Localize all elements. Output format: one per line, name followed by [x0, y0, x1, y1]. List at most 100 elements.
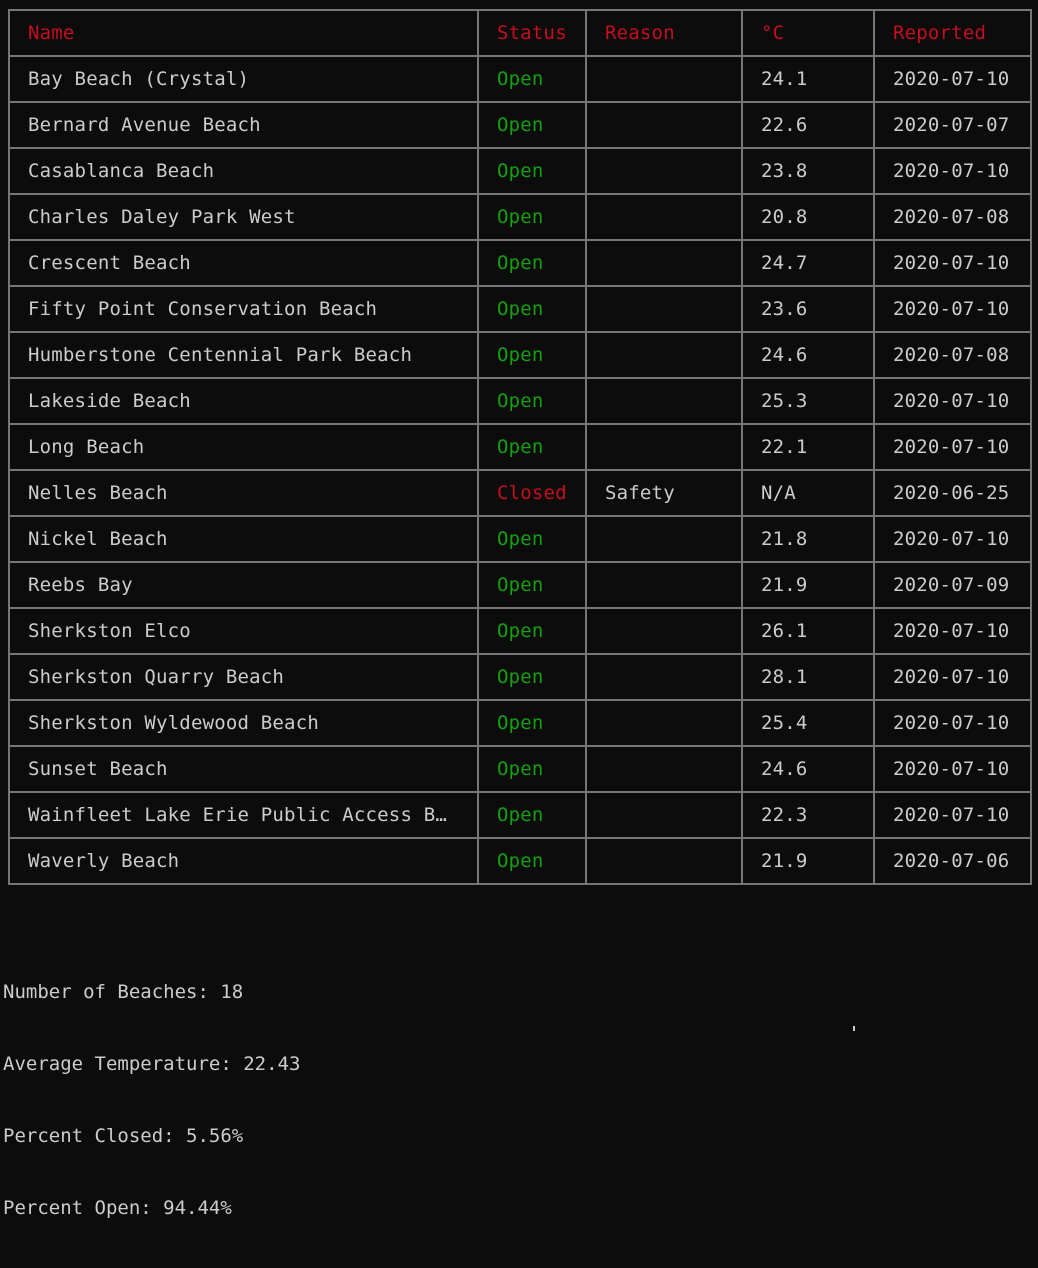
- status-cell: Open: [477, 515, 587, 563]
- column-header-name: Name: [8, 9, 479, 57]
- beach-name-cell: Reebs Bay: [8, 561, 479, 609]
- status-cell: Open: [477, 239, 587, 287]
- table-row: Waverly Beach Open 21.9 2020-07-06: [8, 837, 1032, 885]
- beach-name-cell: Nelles Beach: [8, 469, 479, 517]
- table-row: Fifty Point Conservation Beach Open 23.6 20…: [8, 285, 1032, 333]
- beach-name-cell: Sherkston Quarry Beach: [8, 653, 479, 701]
- reported-date-cell: 2020-07-10: [873, 423, 1032, 471]
- reported-date-cell: 2020-07-10: [873, 699, 1032, 747]
- temperature-cell: 20.8: [741, 193, 875, 241]
- average-temperature-line: Average Temperature: 22.43: [3, 1053, 301, 1075]
- table-row: Sherkston Quarry Beach Open 28.1 2020-07-10: [8, 653, 1032, 701]
- reason-cell: [585, 699, 743, 747]
- reason-cell: [585, 377, 743, 425]
- temperature-cell: 24.6: [741, 745, 875, 793]
- text-cursor: [853, 1026, 855, 1031]
- reported-date-cell: 2020-06-25: [873, 469, 1032, 517]
- temperature-cell: 23.6: [741, 285, 875, 333]
- reason-cell: [585, 515, 743, 563]
- status-cell: Open: [477, 561, 587, 609]
- reason-cell: [585, 55, 743, 103]
- table-row: Reebs Bay Open 21.9 2020-07-09: [8, 561, 1032, 609]
- table-row: Casablanca Beach Open 23.8 2020-07-10: [8, 147, 1032, 195]
- table-row: Long Beach Open 22.1 2020-07-10: [8, 423, 1032, 471]
- status-cell: Open: [477, 607, 587, 655]
- percent-open-line: Percent Open: 94.44%: [3, 1197, 232, 1219]
- beach-name-cell: Sherkston Elco: [8, 607, 479, 655]
- beach-name-cell: Charles Daley Park West: [8, 193, 479, 241]
- reason-cell: [585, 101, 743, 149]
- reason-cell: [585, 423, 743, 471]
- temperature-cell: 21.9: [741, 837, 875, 885]
- table-row: Crescent Beach Open 24.7 2020-07-10: [8, 239, 1032, 287]
- table-row: Sunset Beach Open 24.6 2020-07-10: [8, 745, 1032, 793]
- reported-date-cell: 2020-07-10: [873, 515, 1032, 563]
- beach-status-table: Name Status Reason °C Reported Bay Beach…: [8, 9, 1032, 885]
- reason-cell: Safety: [585, 469, 743, 517]
- column-header-reason: Reason: [585, 9, 743, 57]
- reported-date-cell: 2020-07-10: [873, 285, 1032, 333]
- beach-name-cell: Sherkston Wyldewood Beach: [8, 699, 479, 747]
- table-row: Sherkston Elco Open 26.1 2020-07-10: [8, 607, 1032, 655]
- table-row: Humberstone Centennial Park Beach Open 24.…: [8, 331, 1032, 379]
- status-cell: Open: [477, 653, 587, 701]
- status-cell: Open: [477, 699, 587, 747]
- reason-cell: [585, 331, 743, 379]
- reason-cell: [585, 607, 743, 655]
- reason-cell: [585, 653, 743, 701]
- status-cell: Open: [477, 745, 587, 793]
- temperature-cell: 25.3: [741, 377, 875, 425]
- reported-date-cell: 2020-07-08: [873, 331, 1032, 379]
- reported-date-cell: 2020-07-10: [873, 377, 1032, 425]
- reported-date-cell: 2020-07-07: [873, 101, 1032, 149]
- percent-closed-line: Percent Closed: 5.56%: [3, 1125, 244, 1147]
- beach-name-cell: Bernard Avenue Beach: [8, 101, 479, 149]
- temperature-cell: 22.3: [741, 791, 875, 839]
- reason-cell: [585, 837, 743, 885]
- status-cell: Closed: [477, 469, 587, 517]
- reported-date-cell: 2020-07-08: [873, 193, 1032, 241]
- table-row: Sherkston Wyldewood Beach Open 25.4 2020-07…: [8, 699, 1032, 747]
- beach-name-cell: Waverly Beach: [8, 837, 479, 885]
- beach-name-cell: Bay Beach (Crystal): [8, 55, 479, 103]
- table-row: Wainfleet Lake Erie Public Access B… Open…: [8, 791, 1032, 839]
- status-cell: Open: [477, 423, 587, 471]
- reason-cell: [585, 561, 743, 609]
- temperature-cell: 21.9: [741, 561, 875, 609]
- beach-name-cell: Humberstone Centennial Park Beach: [8, 331, 479, 379]
- status-cell: Open: [477, 55, 587, 103]
- table-row: Nelles Beach Closed Safety N/A 2020-06-25: [8, 469, 1032, 517]
- reason-cell: [585, 285, 743, 333]
- temperature-cell: 23.8: [741, 147, 875, 195]
- reported-date-cell: 2020-07-10: [873, 147, 1032, 195]
- temperature-cell: 24.7: [741, 239, 875, 287]
- column-header-status: Status: [477, 9, 587, 57]
- beach-name-cell: Crescent Beach: [8, 239, 479, 287]
- reason-cell: [585, 791, 743, 839]
- status-cell: Open: [477, 285, 587, 333]
- table-header-row: Name Status Reason °C Reported: [8, 9, 1032, 57]
- reason-cell: [585, 239, 743, 287]
- status-cell: Open: [477, 791, 587, 839]
- temperature-cell: 24.1: [741, 55, 875, 103]
- temperature-cell: 24.6: [741, 331, 875, 379]
- beach-count-line: Number of Beaches: 18: [3, 981, 244, 1003]
- reported-date-cell: 2020-07-10: [873, 55, 1032, 103]
- table-body: Bay Beach (Crystal) Open 24.1 2020-07-10 Ber…: [8, 55, 1032, 885]
- table-row: Lakeside Beach Open 25.3 2020-07-10: [8, 377, 1032, 425]
- reported-date-cell: 2020-07-10: [873, 607, 1032, 655]
- temperature-cell: 22.6: [741, 101, 875, 149]
- status-cell: Open: [477, 101, 587, 149]
- reported-date-cell: 2020-07-09: [873, 561, 1032, 609]
- beach-name-cell: Casablanca Beach: [8, 147, 479, 195]
- table-row: Nickel Beach Open 21.8 2020-07-10: [8, 515, 1032, 563]
- beach-name-cell: Fifty Point Conservation Beach: [8, 285, 479, 333]
- column-header-reported: Reported: [873, 9, 1032, 57]
- temperature-cell: 21.8: [741, 515, 875, 563]
- reported-date-cell: 2020-07-10: [873, 239, 1032, 287]
- status-cell: Open: [477, 837, 587, 885]
- table-row: Charles Daley Park West Open 20.8 2020-07-0…: [8, 193, 1032, 241]
- status-cell: Open: [477, 331, 587, 379]
- terminal-window: Name Status Reason °C Reported Bay Beach…: [0, 0, 1038, 1219]
- status-cell: Open: [477, 193, 587, 241]
